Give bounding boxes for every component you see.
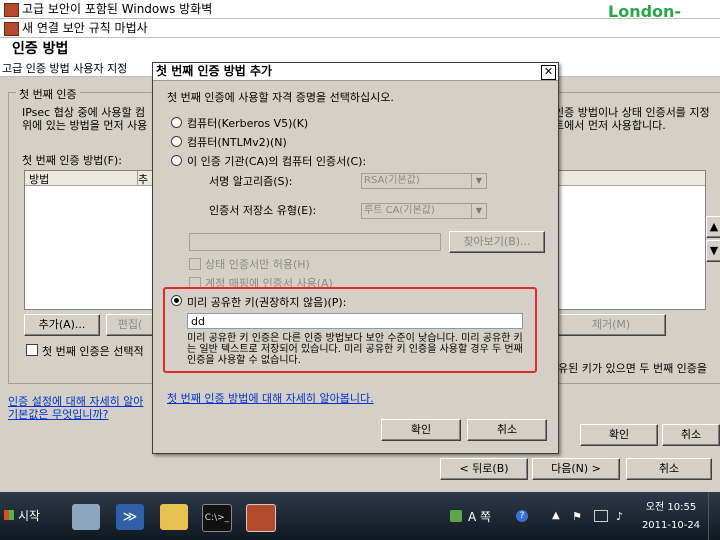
dialog-title: 첫 번째 인증 방법 추가 [153,63,558,81]
first-auth-group-label: 첫 번째 인증 [16,86,80,102]
psk-warning: 미리 공유한 키 인증은 다른 인증 방법보다 보안 수준이 낮습니다. 미리 … [187,333,523,366]
optional-checkbox[interactable] [26,344,38,356]
dialog-learn-link[interactable]: 첫 번째 인증 방법에 대해 자세히 알아봅니다. [167,390,374,406]
browse-button[interactable]: 찾아보기(B)... [449,231,545,253]
wizard-title: 새 연결 보안 규칙 마법사 [22,21,148,35]
sig-alg-value: RSA(기본값) [364,175,420,186]
show-desktop-button[interactable] [708,492,720,540]
health-only-label: 상태 인증서만 허용(H) [205,258,310,271]
start-label: 시작 [18,509,41,523]
tray-expand-icon[interactable]: ▲ [552,510,560,521]
move-up-button[interactable]: ▲ [706,216,720,238]
optional-checkbox-label: 첫 번째 인증은 선택적 [42,345,144,358]
defaults-link[interactable]: 기본값은 무엇입니까? [8,406,108,422]
radio-ca[interactable] [171,155,182,166]
move-down-button[interactable]: ▼ [706,240,720,262]
dialog-cancel-button[interactable]: 취소 [467,419,547,441]
clock-time[interactable]: 오전 10:55 [640,498,702,513]
chevron-down-icon: ▼ [471,174,486,188]
clock-date[interactable]: 2011-10-24 [640,520,702,531]
methods-list-right [556,170,706,310]
advanced-cancel-button[interactable]: 취소 [662,424,720,446]
ime-icon[interactable] [450,510,462,522]
radio-ca-label: 이 인증 기관(CA)의 컴퓨터 인증서(C): [187,155,367,168]
radio-ntlm[interactable] [171,136,182,147]
methods-list-right-header [557,171,705,186]
wizard-title-bar: 새 연결 보안 규칙 마법사 [0,19,720,38]
dialog-instruction: 첫 번째 인증에 사용할 자격 증명을 선택하십시오. [167,91,394,104]
start-button[interactable]: 시작 [2,504,46,528]
advanced-title: 고급 인증 방법 사용자 지정 [2,62,128,75]
col-method[interactable]: 방법 [25,171,139,186]
dialog-close-icon[interactable]: ✕ [541,65,556,80]
radio-kerberos[interactable] [171,117,182,128]
add-auth-method-dialog: 첫 번째 인증 방법 추가 ✕ 첫 번째 인증에 사용할 자격 증명을 선택하십… [152,62,559,454]
dialog-ok-button[interactable]: 확인 [381,419,461,441]
wizard-back-button[interactable]: < 뒤로(B) [440,458,528,480]
help-icon[interactable]: ? [516,510,528,522]
psk-input[interactable]: dd [187,313,523,329]
firewall-icon [4,3,19,17]
explorer-icon[interactable] [160,504,188,530]
page-title: 인증 방법 [0,38,720,60]
wizard-next-button[interactable]: 다음(N) > [532,458,620,480]
optional-right-text: 유된 키가 있으면 두 번째 인증을 [558,362,708,375]
ca-input[interactable] [189,233,441,251]
network-icon[interactable] [594,510,608,522]
methods-label: 첫 번째 인증 방법(F): [22,154,122,167]
taskbar: 시작 ≫ C:\>_ A 쪽 ? ▲ ⚑ ♪ 오전 10:55 2011-10-… [0,492,720,540]
wizard-cancel-button[interactable]: 취소 [626,458,712,480]
methods-list[interactable]: 방법 추 [24,170,154,310]
store-label: 인증서 저장소 유형(E): [209,204,317,217]
radio-ntlm-label: 컴퓨터(NTLMv2)(N) [187,136,287,149]
firewall-taskbar-icon[interactable] [246,504,276,532]
language-indicator[interactable]: A 쪽 [468,508,491,525]
cmd-icon[interactable]: C:\>_ [202,504,232,532]
adv-desc-left-2: 위에 있는 방법을 먼저 사용 [22,119,148,132]
radio-psk-label: 미리 공유한 키(권장하지 않음)(P): [187,296,347,309]
volume-icon[interactable]: ♪ [616,510,623,523]
windows-logo-icon [4,510,14,520]
store-value: 루트 CA(기본값) [364,205,435,216]
sig-alg-select[interactable]: RSA(기본값) ▼ [361,173,487,189]
server-manager-icon[interactable] [72,504,100,530]
health-only-checkbox[interactable] [189,258,201,270]
remove-button[interactable]: 제거(M) [556,314,666,336]
advanced-ok-button[interactable]: 확인 [580,424,658,446]
add-button[interactable]: 추가(A)... [24,314,100,336]
flag-icon[interactable]: ⚑ [572,510,582,523]
firewall-title: 고급 보안이 포함된 Windows 방화벽 [22,2,213,16]
radio-kerberos-label: 컴퓨터(Kerberos V5)(K) [187,117,309,130]
edit-button[interactable]: 편집( [106,314,154,336]
powershell-icon[interactable]: ≫ [116,504,144,530]
wizard-icon [4,22,19,36]
radio-psk[interactable] [171,295,182,306]
chevron-down-icon: ▼ [471,204,486,218]
adv-desc-right-2: 트에서 먼저 사용합니다. [554,119,666,132]
store-select[interactable]: 루트 CA(기본값) ▼ [361,203,487,219]
sig-alg-label: 서명 알고리즘(S): [209,175,293,188]
